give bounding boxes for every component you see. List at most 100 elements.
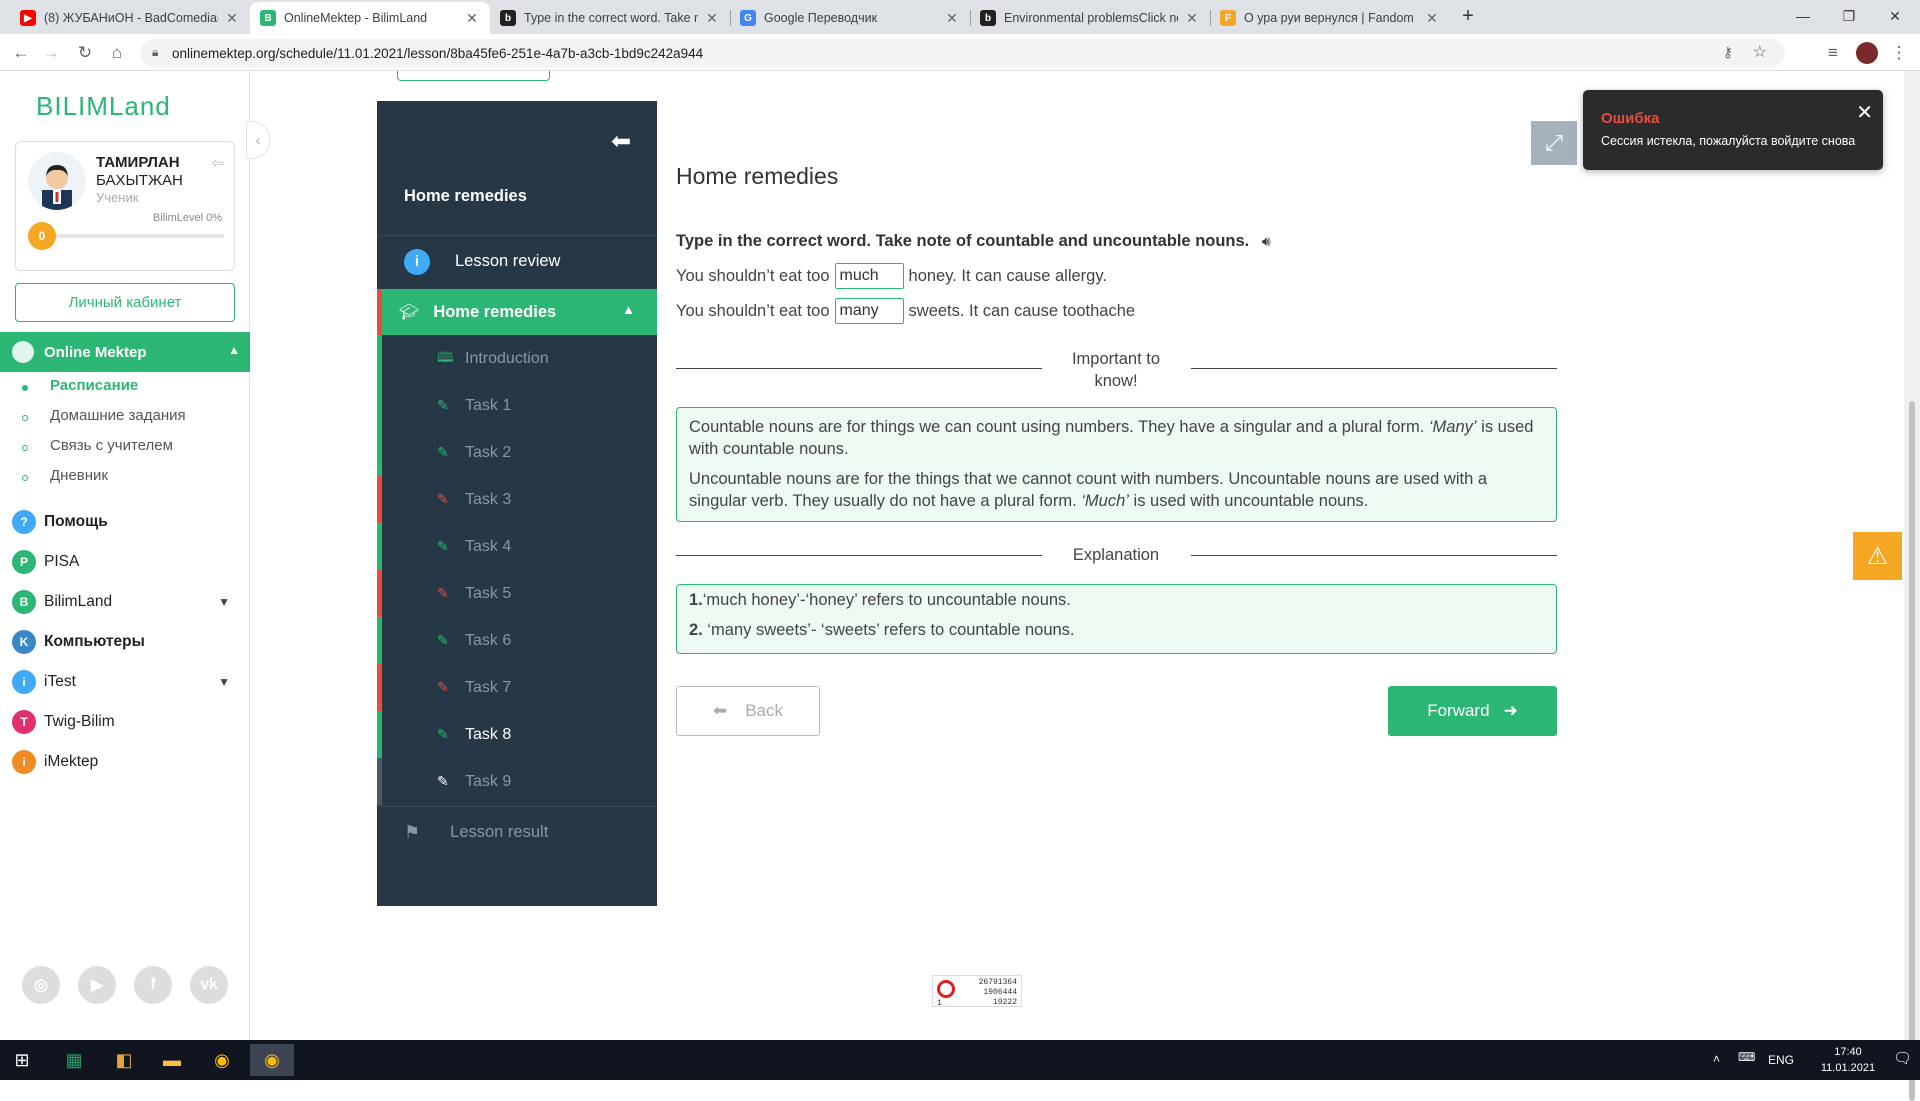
browser-tab[interactable]: b Type in the correct word. Take no ✕: [490, 2, 730, 34]
instagram-icon[interactable]: ◎: [22, 966, 60, 1004]
tray-arrow-icon[interactable]: ˄: [1713, 1052, 1720, 1066]
clock[interactable]: 17:40 11.01.2021: [1818, 1044, 1878, 1076]
browser-tab[interactable]: G Google Переводчик ✕: [730, 2, 970, 34]
sidebar-item-twig-bilim[interactable]: T Twig-Bilim: [12, 708, 240, 736]
divider: [676, 555, 1042, 556]
file-explorer-icon[interactable]: ▬: [156, 1044, 188, 1076]
lesson-result-item[interactable]: ⚑ Lesson result: [377, 806, 657, 858]
keyboard-icon[interactable]: ⌨: [1738, 1050, 1755, 1064]
close-tab-icon[interactable]: ✕: [704, 10, 720, 27]
left-sidebar: BILIMLand ‹ ТАМИРЛАН БАХЫТЖАН ⇦ Ученик B…: [0, 71, 270, 1040]
answer-input-1[interactable]: [834, 263, 904, 289]
logout-icon[interactable]: ⇦: [211, 154, 224, 172]
sidebar-item-schedule[interactable]: Расписание: [50, 377, 138, 394]
edit-icon: ✎: [437, 773, 449, 789]
online-mektep-menu[interactable]: Online Mektep ▲: [0, 332, 250, 372]
sidebar-item-pisa[interactable]: P PISA: [12, 548, 240, 576]
nav-item-task-5[interactable]: ✎ Task 5: [377, 570, 657, 617]
browser-tab[interactable]: F О ура руи вернулся | Fandom ✕: [1210, 2, 1450, 34]
reading-list-icon[interactable]: ≡: [1822, 42, 1844, 64]
browser-tab-active[interactable]: B OnlineMektep - BilimLand ✕: [250, 2, 490, 34]
visitor-counter[interactable]: 1 26791364 1906444 19222: [932, 975, 1022, 1008]
warning-icon[interactable]: ⚠: [1853, 532, 1902, 580]
lesson-review-item[interactable]: i Lesson review: [377, 235, 657, 287]
divider: [676, 368, 1042, 369]
windows-start-icon[interactable]: ⊞: [6, 1044, 38, 1076]
close-tab-icon[interactable]: ✕: [1424, 10, 1440, 27]
app-icon[interactable]: ◧: [108, 1044, 140, 1076]
sidebar-item-bilimland[interactable]: B BilimLand ▼: [12, 588, 240, 616]
chrome-icon[interactable]: ◉: [206, 1044, 238, 1076]
nav-item-task-1[interactable]: ✎ Task 1: [377, 382, 657, 429]
nav-item-task-9[interactable]: ✎ Task 9: [377, 758, 657, 805]
nav-item-task-2[interactable]: ✎ Task 2: [377, 429, 657, 476]
close-tab-icon[interactable]: ✕: [464, 10, 480, 27]
home-icon[interactable]: ⌂: [106, 42, 128, 64]
close-icon[interactable]: ✕: [1856, 100, 1873, 125]
forward-button[interactable]: Forward ➜: [1388, 686, 1557, 736]
chevron-up-icon: ▲: [622, 302, 635, 317]
browser-tab[interactable]: ▶ (8) ЖУБАНиОН - BadComedian ✕: [10, 2, 250, 34]
key-icon[interactable]: ⚷: [1723, 44, 1733, 61]
minimize-button[interactable]: —: [1780, 0, 1826, 32]
arrow-left-icon[interactable]: ⬅: [611, 127, 631, 156]
close-tab-icon[interactable]: ✕: [224, 10, 240, 27]
counter-logo-icon: [937, 980, 955, 998]
arrow-left-icon: ⬅: [712, 701, 728, 720]
computers-icon: K: [12, 630, 36, 654]
language-indicator[interactable]: ENG: [1768, 1053, 1794, 1067]
menu-dots-icon[interactable]: ⋮: [1888, 42, 1910, 64]
sidebar-item-itest[interactable]: i iTest ▼: [12, 668, 240, 696]
fullscreen-icon[interactable]: ⤢: [1531, 121, 1577, 165]
vk-icon[interactable]: vk: [190, 966, 228, 1004]
sidebar-item-imektep[interactable]: i iMektep: [12, 748, 240, 776]
excel-icon[interactable]: ▦: [58, 1044, 90, 1076]
nav-item-task-6[interactable]: ✎ Task 6: [377, 617, 657, 664]
nav-item-task-8[interactable]: ✎ Task 8: [377, 711, 657, 758]
avatar: [28, 152, 86, 210]
edit-icon: ✎: [437, 679, 449, 695]
nav-item-task-7[interactable]: ✎ Task 7: [377, 664, 657, 711]
level-progress-bar: [46, 234, 224, 238]
notifications-icon[interactable]: 🗨︎: [1893, 1049, 1912, 1067]
sidebar-item-teacher-contact[interactable]: Связь с учителем: [50, 437, 173, 454]
chrome-active-icon[interactable]: ◉: [250, 1044, 294, 1076]
profile-avatar-icon[interactable]: [1856, 42, 1878, 64]
youtube-icon[interactable]: ▶: [78, 966, 116, 1004]
forward-arrow-icon[interactable]: →: [40, 42, 62, 64]
dot-icon: [22, 475, 28, 481]
page-scrollbar[interactable]: [1904, 71, 1920, 1101]
content-title: Home remedies: [676, 163, 839, 189]
star-icon[interactable]: ☆: [1753, 42, 1767, 62]
close-tab-icon[interactable]: ✕: [944, 10, 960, 27]
speaker-icon[interactable]: 🔊︎: [1262, 233, 1271, 249]
sidebar-item-diary[interactable]: Дневник: [50, 467, 108, 484]
facebook-icon[interactable]: f: [134, 966, 172, 1004]
scrollbar-thumb[interactable]: [1909, 401, 1915, 1101]
sentence-1: You shouldn’t eat too honey. It can caus…: [676, 263, 1107, 289]
nav-item-introduction[interactable]: 🕮 Introduction: [377, 335, 657, 382]
personal-cabinet-button[interactable]: Личный кабинет: [15, 283, 235, 322]
edit-icon: ✎: [437, 726, 449, 742]
browser-tab[interactable]: b Environmental problemsClick no ✕: [970, 2, 1210, 34]
sidebar-item-computers[interactable]: K Компьютеры: [12, 628, 240, 656]
nav-item-task-4[interactable]: ✎ Task 4: [377, 523, 657, 570]
back-arrow-icon[interactable]: ←: [10, 42, 32, 64]
close-window-button[interactable]: ✕: [1872, 0, 1918, 32]
close-tab-icon[interactable]: ✕: [1184, 10, 1200, 27]
collapse-sidebar-button[interactable]: ‹: [246, 121, 270, 159]
section-home-remedies[interactable]: 🎓︎ Home remedies ▲: [377, 289, 657, 335]
bilimland-logo[interactable]: BILIMLand: [36, 91, 171, 122]
nav-item-task-3[interactable]: ✎ Task 3: [377, 476, 657, 523]
reload-icon[interactable]: ↻: [74, 42, 96, 64]
sidebar-item-help[interactable]: ? Помощь: [12, 508, 240, 536]
answer-input-2[interactable]: [834, 298, 904, 324]
flag-icon: ⚑: [404, 822, 421, 842]
address-bar[interactable]: 🔒︎ onlinemektep.org/schedule/11.01.2021/…: [140, 39, 1785, 67]
maximize-button[interactable]: ❐: [1826, 0, 1872, 32]
new-tab-button[interactable]: +: [1452, 0, 1484, 32]
back-button[interactable]: ⬅ Back: [676, 686, 820, 736]
sidebar-item-homework[interactable]: Домашние задания: [50, 407, 186, 424]
sentence-2: You shouldn’t eat too sweets. It can cau…: [676, 298, 1135, 324]
partial-button[interactable]: [397, 71, 550, 81]
